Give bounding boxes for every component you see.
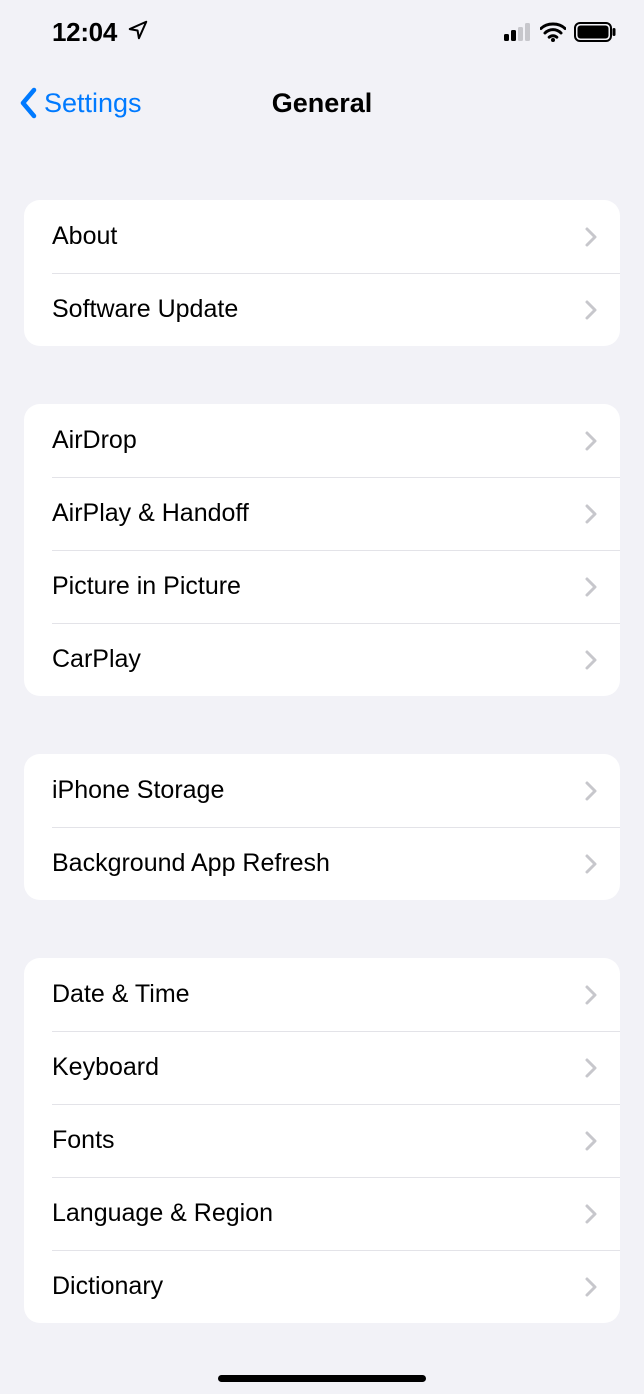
chevron-right-icon [584, 226, 598, 248]
row-carplay[interactable]: CarPlay [24, 623, 620, 696]
row-label: iPhone Storage [52, 776, 224, 805]
chevron-right-icon [584, 1276, 598, 1298]
back-button[interactable]: Settings [12, 80, 148, 126]
chevron-left-icon [18, 86, 40, 120]
back-label: Settings [44, 88, 142, 119]
row-fonts[interactable]: Fonts [24, 1104, 620, 1177]
chevron-right-icon [584, 503, 598, 525]
row-iphone-storage[interactable]: iPhone Storage [24, 754, 620, 827]
row-label: Fonts [52, 1126, 115, 1155]
wifi-icon [540, 22, 566, 42]
status-right [504, 22, 616, 42]
chevron-right-icon [584, 1057, 598, 1079]
settings-group: iPhone Storage Background App Refresh [24, 754, 620, 900]
status-left: 12:04 [52, 17, 149, 48]
cellular-signal-icon [504, 23, 532, 41]
chevron-right-icon [584, 853, 598, 875]
chevron-right-icon [584, 430, 598, 452]
row-label: CarPlay [52, 645, 141, 674]
row-about[interactable]: About [24, 200, 620, 273]
row-label: About [52, 222, 117, 251]
row-keyboard[interactable]: Keyboard [24, 1031, 620, 1104]
row-label: Language & Region [52, 1199, 273, 1228]
row-label: Picture in Picture [52, 572, 241, 601]
chevron-right-icon [584, 649, 598, 671]
chevron-right-icon [584, 1130, 598, 1152]
chevron-right-icon [584, 299, 598, 321]
battery-icon [574, 22, 616, 42]
row-label: Software Update [52, 295, 238, 324]
row-software-update[interactable]: Software Update [24, 273, 620, 346]
row-label: Keyboard [52, 1053, 159, 1082]
row-picture-in-picture[interactable]: Picture in Picture [24, 550, 620, 623]
row-label: Date & Time [52, 980, 190, 1009]
settings-group: Date & Time Keyboard Fonts Language & Re… [24, 958, 620, 1323]
settings-group: AirDrop AirPlay & Handoff Picture in Pic… [24, 404, 620, 696]
row-label: AirDrop [52, 426, 137, 455]
status-time: 12:04 [52, 17, 117, 48]
chevron-right-icon [584, 780, 598, 802]
row-label: Dictionary [52, 1272, 163, 1301]
nav-bar: Settings General [0, 64, 644, 142]
row-label: Background App Refresh [52, 849, 330, 878]
row-language-region[interactable]: Language & Region [24, 1177, 620, 1250]
settings-group: About Software Update [24, 200, 620, 346]
row-dictionary[interactable]: Dictionary [24, 1250, 620, 1323]
location-icon [127, 19, 149, 46]
content: About Software Update AirDrop AirPlay & … [0, 200, 644, 1323]
chevron-right-icon [584, 576, 598, 598]
chevron-right-icon [584, 984, 598, 1006]
row-airplay-handoff[interactable]: AirPlay & Handoff [24, 477, 620, 550]
row-background-app-refresh[interactable]: Background App Refresh [24, 827, 620, 900]
chevron-right-icon [584, 1203, 598, 1225]
home-indicator [218, 1375, 426, 1382]
row-date-time[interactable]: Date & Time [24, 958, 620, 1031]
row-airdrop[interactable]: AirDrop [24, 404, 620, 477]
status-bar: 12:04 [0, 0, 644, 64]
row-label: AirPlay & Handoff [52, 499, 249, 528]
